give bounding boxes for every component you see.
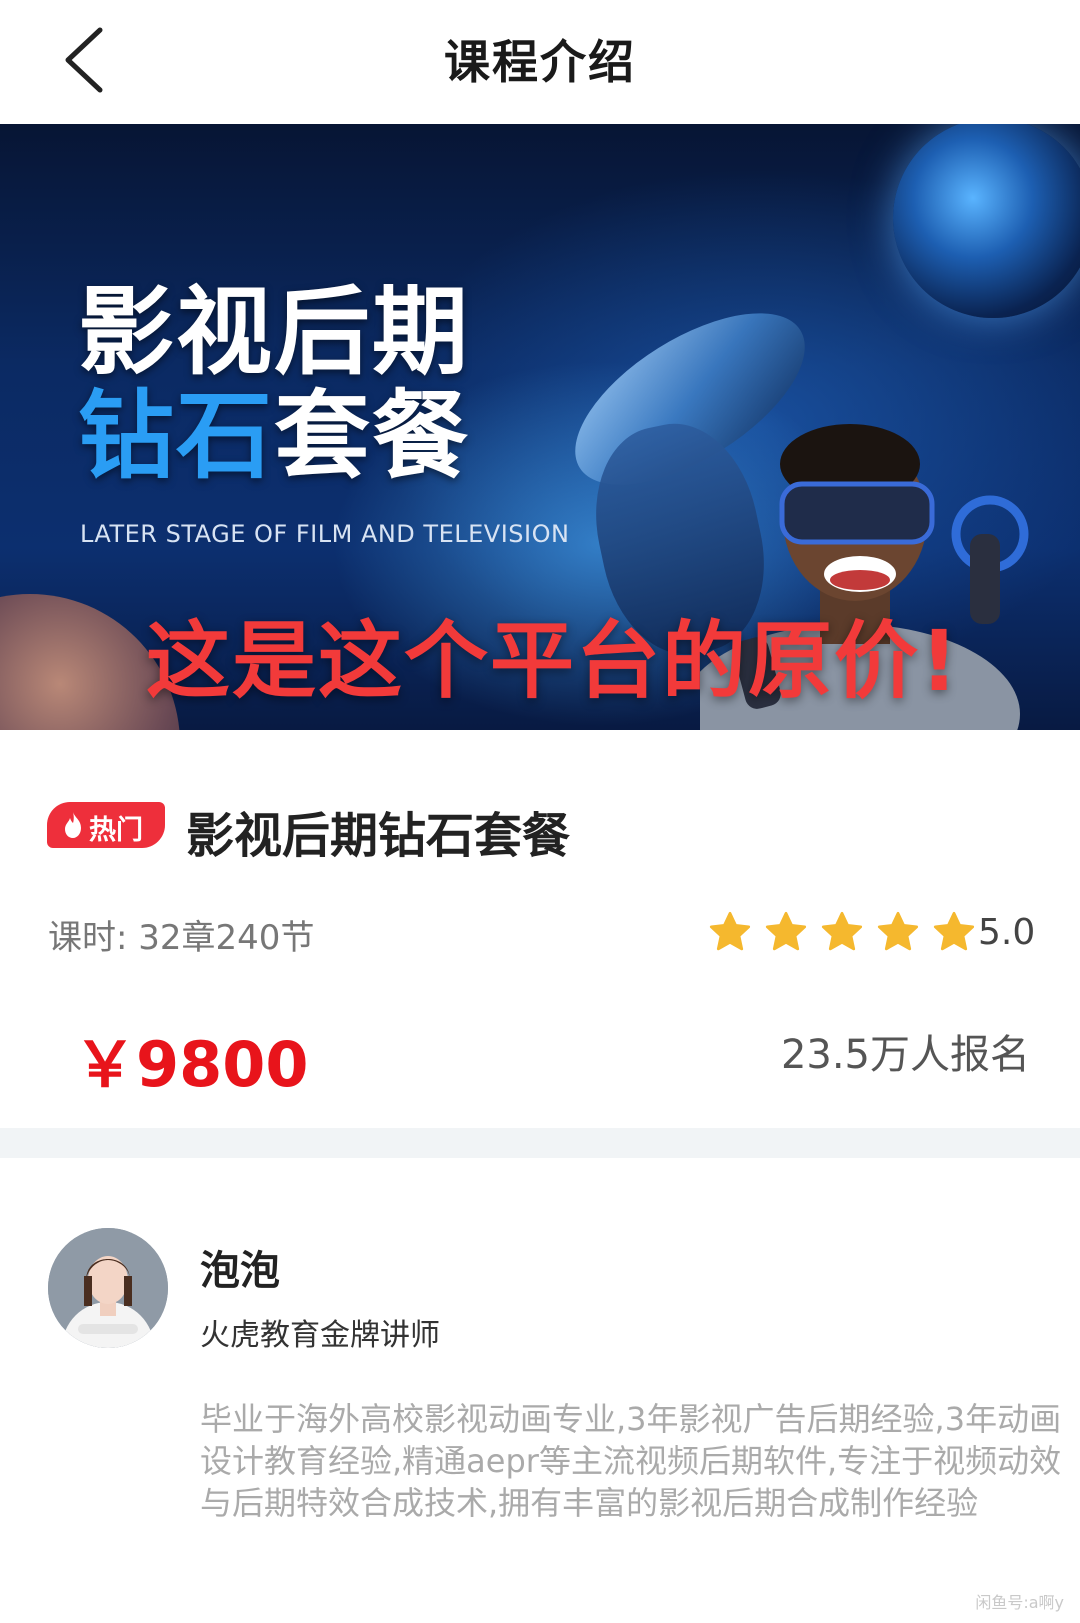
page-title: 课程介绍 bbox=[444, 35, 636, 89]
avatar bbox=[48, 1228, 168, 1348]
teacher-role: 火虎教育金牌讲师 bbox=[200, 1318, 440, 1353]
section-divider bbox=[0, 1128, 1080, 1158]
star-icon bbox=[709, 911, 751, 951]
hot-badge-label: 热门 bbox=[89, 815, 143, 846]
banner-english-caption: LATER STAGE OF FILM AND TELEVISION bbox=[80, 520, 570, 548]
star-icon bbox=[878, 911, 919, 951]
enroll-count: 23.5万人报名 bbox=[780, 1032, 1030, 1078]
teacher-bio: 毕业于海外高校影视动画专业,3年影视广告后期经验,3年动画设计教育经验,精通ae… bbox=[200, 1400, 1062, 1522]
star-icon bbox=[822, 911, 863, 951]
teacher-section: 泡泡 火虎教育金牌讲师 毕业于海外高校影视动画专业,3年影视广告后期经验,3年动… bbox=[0, 1158, 1080, 1623]
course-hours: 课时: 32章240节 bbox=[48, 910, 314, 959]
star-icon bbox=[766, 911, 807, 951]
banner-title-blue: 钻石 bbox=[78, 380, 274, 492]
hours-label: 课时: bbox=[48, 918, 128, 958]
banner-title-white: 套餐 bbox=[274, 380, 470, 492]
hours-value: 32章240节 bbox=[138, 918, 315, 958]
course-banner: 影视后期 钻石套餐 LATER STAGE OF FILM AND TELEVI… bbox=[0, 124, 1080, 730]
watermark: 闲鱼号:a啊y bbox=[975, 1593, 1064, 1612]
planet-graphic bbox=[893, 124, 1080, 318]
banner-title-line2: 钻石套餐 bbox=[78, 384, 470, 488]
rating-value: 5.0 bbox=[978, 912, 1036, 953]
course-title: 影视后期钻石套餐 bbox=[186, 808, 571, 864]
banner-red-caption: 这是这个平台的原价! bbox=[146, 612, 961, 710]
banner-title-line1: 影视后期 bbox=[78, 276, 470, 388]
hot-badge: 热门 bbox=[47, 802, 165, 848]
course-price: ￥9800 bbox=[74, 1028, 309, 1101]
star-icon bbox=[934, 911, 975, 951]
flame-icon bbox=[65, 812, 81, 838]
rating-stars bbox=[708, 910, 983, 954]
course-info: 热门 影视后期钻石套餐 课时: 32章240节 5.0 ￥9800 23.5万人… bbox=[0, 730, 1080, 1128]
top-bar: 课程介绍 bbox=[0, 0, 1080, 124]
teacher-name: 泡泡 bbox=[200, 1248, 280, 1294]
